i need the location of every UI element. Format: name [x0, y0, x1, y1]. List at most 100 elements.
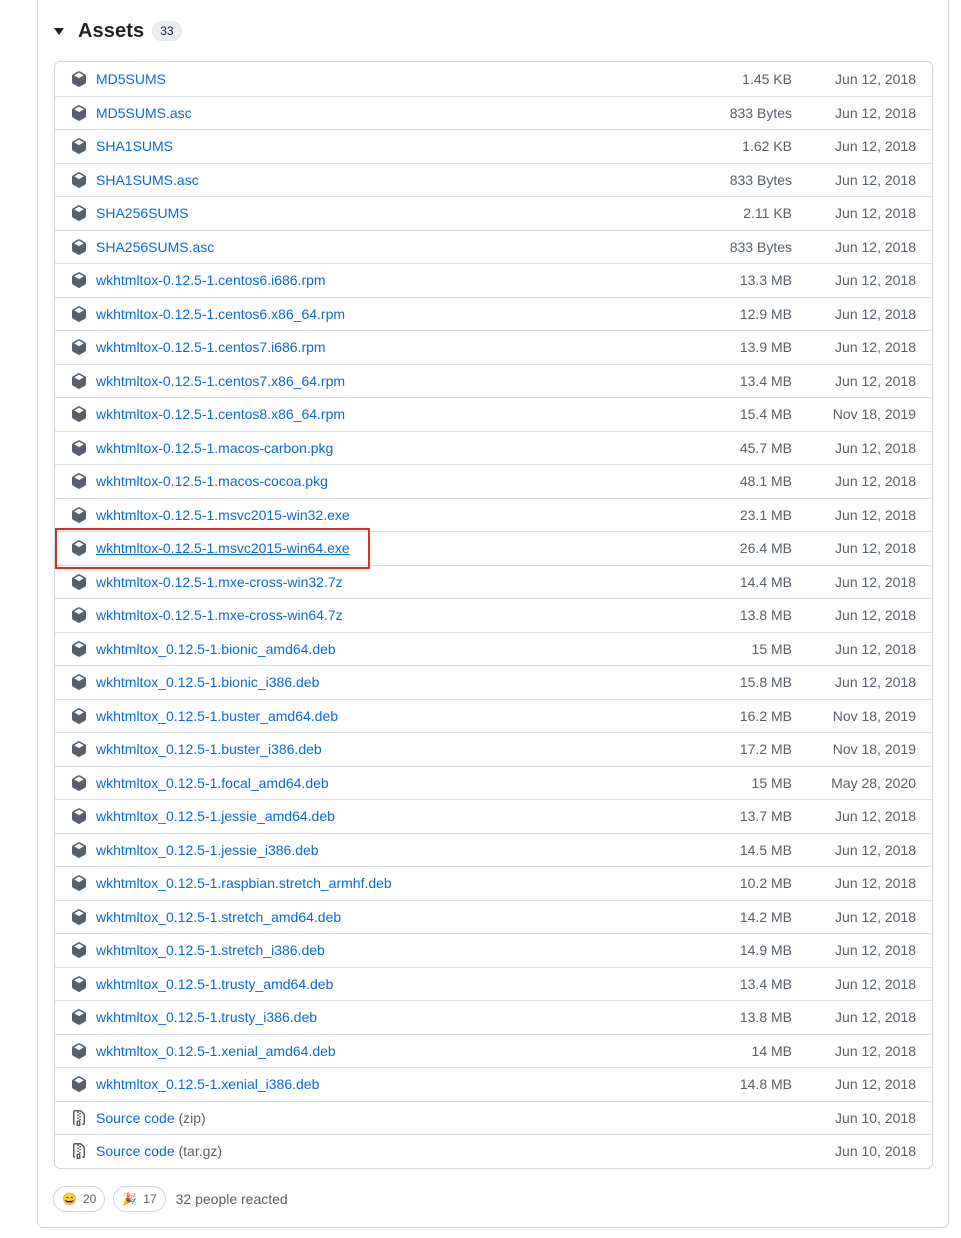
asset-date: Jun 12, 2018: [835, 138, 916, 155]
source-code-link[interactable]: Source code (tar.gz): [96, 1143, 222, 1159]
asset-download-link[interactable]: MD5SUMS.asc: [96, 105, 192, 121]
asset-download-link[interactable]: wkhtmltox-0.12.5-1.centos6.i686.rpm: [96, 272, 326, 288]
asset-size: 45.7 MB: [739, 439, 792, 456]
asset-download-link[interactable]: wkhtmltox_0.12.5-1.trusty_amd64.deb: [96, 976, 333, 992]
asset-row: wkhtmltox_0.12.5-1.bionic_i386.deb 15.8 M…: [55, 665, 932, 699]
package-icon: [71, 439, 87, 456]
package-icon: [71, 875, 87, 892]
asset-size: 16.2 MB: [739, 707, 792, 724]
asset-download-link[interactable]: wkhtmltox_0.12.5-1.buster_amd64.deb: [96, 708, 338, 724]
package-icon: [71, 640, 87, 657]
asset-download-link[interactable]: MD5SUMS: [96, 71, 166, 87]
asset-row: wkhtmltox_0.12.5-1.trusty_amd64.deb 13.4 …: [55, 966, 932, 1001]
asset-date: Jun 12, 2018: [835, 272, 916, 289]
asset-download-link[interactable]: SHA1SUMS.asc: [96, 172, 199, 188]
package-icon: [71, 70, 87, 87]
asset-row: wkhtmltox-0.12.5-1.centos7.i686.rpm 13.9 …: [55, 330, 932, 364]
asset-size: 13.8 MB: [739, 607, 792, 624]
asset-download-link[interactable]: wkhtmltox_0.12.5-1.buster_i386.deb: [96, 741, 322, 757]
asset-size: 13.9 MB: [739, 339, 792, 356]
asset-download-link[interactable]: wkhtmltox_0.12.5-1.bionic_i386.deb: [96, 674, 319, 690]
asset-download-link[interactable]: wkhtmltox_0.12.5-1.jessie_i386.deb: [96, 842, 319, 858]
reaction-count: 20: [82, 1192, 97, 1206]
package-icon: [71, 1009, 87, 1026]
package-icon: [71, 942, 87, 959]
asset-download-link[interactable]: wkhtmltox-0.12.5-1.msvc2015-win32.exe: [96, 507, 350, 523]
package-icon: [71, 272, 87, 289]
asset-download-link[interactable]: wkhtmltox_0.12.5-1.raspbian.stretch_armh…: [96, 875, 392, 891]
source-code-link[interactable]: Source code (zip): [96, 1110, 206, 1126]
asset-size: 14.9 MB: [739, 942, 792, 959]
asset-date: Nov 18, 2019: [832, 741, 916, 758]
asset-download-link[interactable]: SHA1SUMS: [96, 138, 173, 154]
asset-row: wkhtmltox_0.12.5-1.jessie_amd64.deb 13.7 …: [55, 799, 932, 833]
asset-row: wkhtmltox_0.12.5-1.focal_amd64.deb 15 MB M…: [55, 765, 932, 800]
asset-download-link[interactable]: SHA256SUMS: [96, 205, 189, 221]
asset-row: wkhtmltox_0.12.5-1.bionic_amd64.deb 15 MB…: [55, 631, 932, 666]
package-icon: [71, 138, 87, 155]
asset-download-link[interactable]: wkhtmltox_0.12.5-1.xenial_amd64.deb: [96, 1043, 336, 1059]
asset-date: Nov 18, 2019: [832, 406, 916, 423]
asset-row: wkhtmltox-0.12.5-1.centos8.x86_64.rpm 15.…: [55, 397, 932, 431]
hooray-emoji-icon: 🎉: [122, 1192, 138, 1206]
asset-row: wkhtmltox-0.12.5-1.centos6.x86_64.rpm 12.…: [55, 296, 932, 331]
asset-date: Jun 12, 2018: [835, 942, 916, 959]
reactions-summary: 32 people reacted: [175, 1191, 288, 1207]
asset-size: 23.1 MB: [739, 506, 792, 523]
asset-download-link[interactable]: wkhtmltox_0.12.5-1.bionic_amd64.deb: [96, 641, 336, 657]
asset-row: wkhtmltox_0.12.5-1.buster_amd64.deb 16.2 …: [55, 698, 932, 733]
asset-row: wkhtmltox-0.12.5-1.mxe-cross-win64.7z 13.…: [55, 598, 932, 632]
asset-download-link[interactable]: wkhtmltox-0.12.5-1.macos-carbon.pkg: [96, 440, 333, 456]
source-code-format: (tar.gz): [178, 1143, 223, 1160]
asset-download-link[interactable]: wkhtmltox-0.12.5-1.centos8.x86_64.rpm: [96, 406, 345, 422]
package-icon: [71, 774, 87, 791]
asset-download-link[interactable]: wkhtmltox-0.12.5-1.centos7.x86_64.rpm: [96, 373, 345, 389]
asset-size: 14.5 MB: [739, 841, 792, 858]
asset-date: Jun 12, 2018: [835, 506, 916, 523]
asset-date: Jun 12, 2018: [835, 607, 916, 624]
asset-row: SHA1SUMS 1.62 KB Jun 12, 2018: [55, 129, 932, 163]
reaction-button[interactable]: 😄 20: [53, 1186, 106, 1212]
asset-download-link[interactable]: wkhtmltox-0.12.5-1.macos-cocoa.pkg: [96, 473, 328, 489]
asset-download-link[interactable]: wkhtmltox_0.12.5-1.stretch_i386.deb: [96, 942, 325, 958]
asset-download-link[interactable]: wkhtmltox-0.12.5-1.mxe-cross-win32.7z: [96, 574, 343, 590]
source-code-row: Source code (tar.gz) Jun 10, 2018: [55, 1134, 932, 1168]
asset-size: 17.2 MB: [739, 741, 792, 758]
asset-date: Jun 12, 2018: [835, 841, 916, 858]
asset-download-link[interactable]: wkhtmltox_0.12.5-1.xenial_i386.deb: [96, 1076, 319, 1092]
asset-date: Jun 12, 2018: [835, 372, 916, 389]
package-icon: [71, 808, 87, 825]
asset-size: 14.8 MB: [739, 1076, 792, 1093]
asset-row: wkhtmltox_0.12.5-1.xenial_i386.deb 14.8 M…: [55, 1067, 932, 1101]
asset-download-link[interactable]: wkhtmltox-0.12.5-1.centos7.i686.rpm: [96, 339, 326, 355]
asset-date: Jun 12, 2018: [835, 640, 916, 657]
asset-size: 13.7 MB: [739, 808, 792, 825]
asset-date: Jun 12, 2018: [835, 171, 916, 188]
asset-date: Jun 12, 2018: [835, 1009, 916, 1026]
asset-size: 13.8 MB: [739, 1009, 792, 1026]
asset-row: wkhtmltox-0.12.5-1.mxe-cross-win32.7z 14.…: [55, 564, 932, 599]
asset-download-link[interactable]: wkhtmltox_0.12.5-1.focal_amd64.deb: [96, 775, 329, 791]
package-icon: [71, 741, 87, 758]
package-icon: [71, 104, 87, 121]
file-zip-icon: [71, 1109, 87, 1126]
asset-download-link[interactable]: wkhtmltox_0.12.5-1.stretch_amd64.deb: [96, 909, 341, 925]
asset-download-link[interactable]: SHA256SUMS.asc: [96, 239, 214, 255]
assets-list: MD5SUMS 1.45 KB Jun 12, 2018 MD5SUMS.asc 833…: [54, 61, 933, 1169]
asset-download-link[interactable]: wkhtmltox_0.12.5-1.trusty_i386.deb: [96, 1009, 317, 1025]
package-icon: [71, 305, 87, 322]
reaction-button[interactable]: 🎉 17: [113, 1186, 166, 1212]
asset-size: 14 MB: [751, 1042, 792, 1059]
asset-size: 15.8 MB: [739, 674, 792, 691]
asset-download-link[interactable]: wkhtmltox-0.12.5-1.mxe-cross-win64.7z: [96, 607, 343, 623]
asset-date: Jun 12, 2018: [835, 439, 916, 456]
asset-row: wkhtmltox_0.12.5-1.stretch_amd64.deb 14.2…: [55, 899, 932, 934]
asset-row: wkhtmltox-0.12.5-1.macos-cocoa.pkg 48.1 M…: [55, 464, 932, 498]
asset-date: Jun 12, 2018: [835, 238, 916, 255]
asset-download-link[interactable]: wkhtmltox_0.12.5-1.jessie_amd64.deb: [96, 808, 335, 824]
asset-download-link[interactable]: wkhtmltox-0.12.5-1.centos6.x86_64.rpm: [96, 306, 345, 322]
package-icon: [71, 607, 87, 624]
asset-download-link[interactable]: wkhtmltox-0.12.5-1.msvc2015-win64.exe: [96, 540, 350, 556]
package-icon: [71, 506, 87, 523]
assets-toggle[interactable]: Assets 33: [53, 16, 182, 46]
